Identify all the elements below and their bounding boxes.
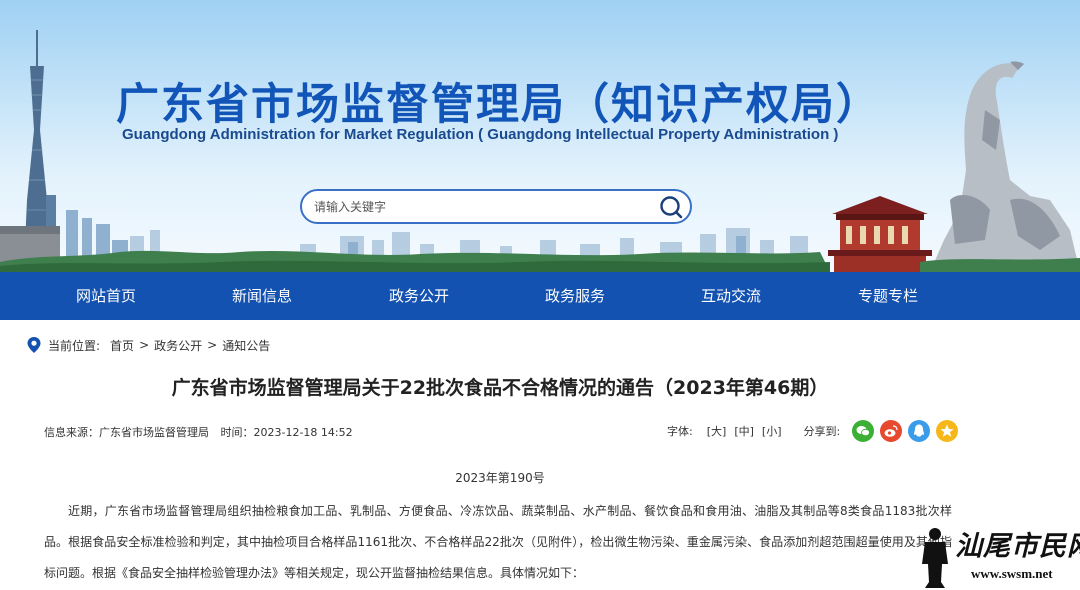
document-number: 2023年第190号 [455, 471, 545, 485]
font-size-medium-button[interactable]: [中] [734, 423, 754, 439]
nav-item-government-services[interactable]: 政务服务 [515, 272, 635, 320]
nav-item-interaction[interactable]: 互动交流 [671, 272, 791, 320]
breadcrumb-separator: > [139, 338, 150, 352]
breadcrumb-separator: > [207, 338, 218, 352]
search-icon[interactable] [658, 194, 684, 220]
font-size-label: 字体: [667, 425, 693, 438]
site-subtitle-english: Guangdong Administration for Market Regu… [122, 126, 839, 143]
qq-icon[interactable] [908, 420, 931, 442]
font-size-large-button[interactable]: [大] [707, 423, 727, 439]
location-pin-icon [27, 337, 41, 353]
article-time: 时间：2023-12-18 14:52 [220, 426, 353, 439]
watermark: 汕尾市民网 www.swsm.net [915, 520, 1080, 590]
breadcrumb-government-affairs-link[interactable]: 政务公开 [154, 337, 202, 354]
article-tools: 字体: [大] [中] [小] 分享到: [667, 419, 964, 443]
watermark-text-cn: 汕尾市民网 [955, 531, 1080, 562]
article-title: 广东省市场监督管理局关于22批次食品不合格情况的通告（2023年第46期） [171, 377, 829, 399]
font-size-small-button[interactable]: [小] [762, 423, 782, 439]
breadcrumb: 当前位置: 首页 > 政务公开 > 通知公告 [26, 334, 270, 356]
main-navigation: 网站首页 新闻信息 政务公开 政务服务 互动交流 专题专栏 [0, 272, 1080, 320]
site-title: 广东省市场监督管理局（知识产权局） [116, 80, 881, 130]
nav-item-government-affairs[interactable]: 政务公开 [359, 272, 479, 320]
weibo-icon[interactable] [880, 420, 903, 442]
wechat-icon[interactable] [852, 420, 875, 442]
share-label: 分享到: [803, 425, 841, 438]
nav-item-home[interactable]: 网站首页 [46, 272, 166, 320]
breadcrumb-prefix: 当前位置: [48, 338, 101, 353]
nav-item-news[interactable]: 新闻信息 [202, 272, 322, 320]
watermark-text-en: www.swsm.net [971, 566, 1053, 581]
article-body-paragraph: 近期，广东省市场监督管理局组织抽检粮食加工品、乳制品、方便食品、冷冻饮品、蔬菜制… [44, 504, 952, 580]
breadcrumb-home-link[interactable]: 首页 [110, 337, 134, 354]
person-silhouette-icon [922, 528, 948, 588]
search-box [300, 189, 692, 224]
search-input[interactable] [314, 197, 644, 217]
article-source: 信息来源：广东省市场监督管理局 [44, 426, 209, 439]
article-meta: 信息来源：广东省市场监督管理局 时间：2023-12-18 14:52 [44, 424, 361, 440]
breadcrumb-notices-link[interactable]: 通知公告 [222, 337, 270, 354]
header-banner: 广东省市场监督管理局（知识产权局） Guangdong Administrati… [0, 0, 1080, 272]
qzone-icon[interactable] [936, 420, 959, 442]
nav-item-special-topics[interactable]: 专题专栏 [828, 272, 948, 320]
